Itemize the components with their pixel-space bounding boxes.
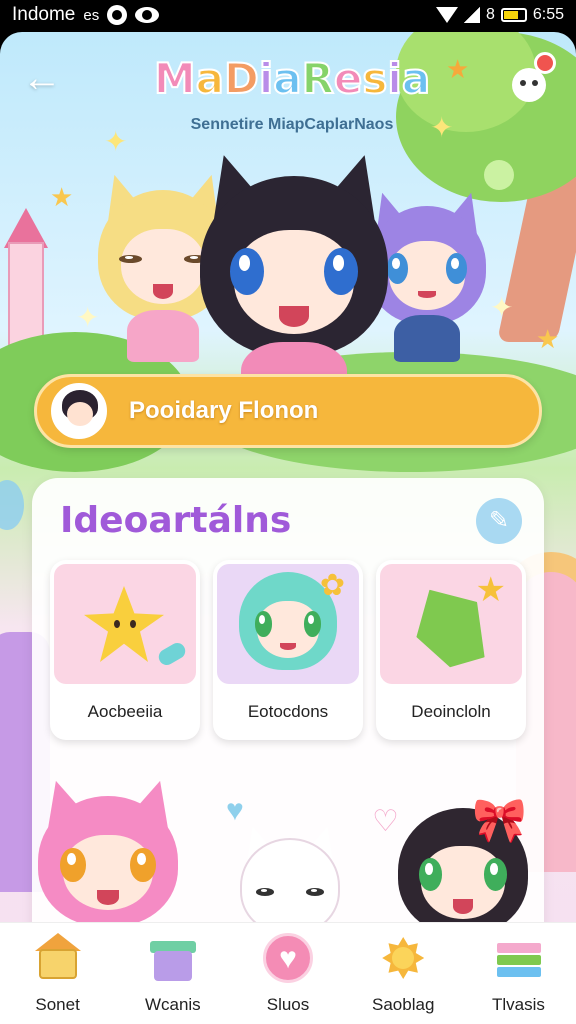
nav-item-home[interactable]: Sonet: [0, 923, 115, 1024]
notification-icon: [107, 5, 128, 25]
app-logo: MaDiaResia: [153, 53, 431, 104]
star-decoration: ★: [446, 54, 470, 84]
tile-label: Aocbeeiia: [87, 702, 163, 721]
status-time: 6:55: [532, 6, 564, 23]
wand-icon: [155, 640, 189, 668]
category-tile[interactable]: ✿ Eotocdons: [213, 560, 363, 740]
app-subtitle: Sennetire MiapCaplarNaos: [190, 116, 394, 133]
pencil-icon: ✎: [488, 507, 510, 534]
carrier-text: es: [83, 6, 100, 24]
section-title: Ideoartálns: [60, 500, 292, 541]
star-icon: ★: [475, 571, 506, 609]
nav-item-library[interactable]: Tlvasis: [461, 923, 576, 1024]
flower-icon: ✿: [319, 569, 345, 602]
back-button[interactable]: ←: [22, 58, 66, 98]
tile-art-leaf: ★: [380, 564, 522, 684]
content-card: Ideoartálns ✎ Aocbeeiia ✿ Eotocdons ★ De…: [32, 478, 544, 948]
nav-item-gifts[interactable]: Wcanis: [115, 923, 230, 1024]
tile-label: Eotocdons: [247, 702, 329, 721]
character-white-cat: [240, 838, 340, 934]
arrow-left-icon: ←: [22, 56, 62, 100]
status-left-text: Indome: [12, 4, 76, 25]
featured-label: Pooidary Flonon: [129, 397, 319, 424]
featured-banner[interactable]: Pooidary Flonon: [34, 374, 542, 448]
tile-art-character: ✿: [217, 564, 359, 684]
battery-symbol: 8: [485, 6, 495, 23]
nav-label: Wcanis: [144, 995, 201, 1014]
nav-item-favorites[interactable]: Sluos: [230, 923, 345, 1024]
heart-icon: [263, 933, 313, 983]
sun-icon: [378, 933, 428, 983]
nav-item-explore[interactable]: Saoblag: [346, 923, 461, 1024]
nav-label: Sluos: [266, 995, 310, 1014]
bubble: [0, 480, 24, 530]
nav-label: Tlvasis: [491, 995, 545, 1014]
character-main: [200, 176, 388, 414]
heart-icon: ♥: [226, 794, 244, 827]
nav-label: Saoblag: [372, 995, 435, 1014]
avatar: [51, 383, 107, 439]
gift-box-icon: [148, 933, 198, 983]
tile-label: Deoincloln: [411, 702, 491, 721]
books-icon: [493, 933, 543, 983]
heart-outline-icon: ♡: [372, 805, 399, 838]
character-pink: [38, 796, 178, 926]
tile-art-star: [54, 564, 196, 684]
bottom-navigation: Sonet Wcanis Sluos Saoblag: [0, 922, 576, 1024]
bow-icon: 🎀: [472, 796, 527, 845]
category-tile[interactable]: ★ Deoincloln: [376, 560, 526, 740]
wifi-icon: [435, 7, 458, 23]
app-screen: ★ ★ ★ ✦ ✦ ✦ ✦ ← MaDiaResia Sennetire Mia…: [0, 32, 576, 1024]
signal-icon: [463, 7, 480, 23]
battery-icon: [500, 8, 527, 22]
nav-label: Sonet: [35, 995, 80, 1014]
hero-characters: [0, 142, 576, 414]
category-tile[interactable]: Aocbeeiia: [50, 560, 200, 740]
edit-button[interactable]: ✎: [476, 498, 522, 544]
notification-badge[interactable]: [534, 52, 556, 74]
house-icon: [33, 933, 83, 983]
eye-icon: [135, 7, 160, 23]
status-bar: Indome es 8 6:55: [0, 0, 576, 30]
